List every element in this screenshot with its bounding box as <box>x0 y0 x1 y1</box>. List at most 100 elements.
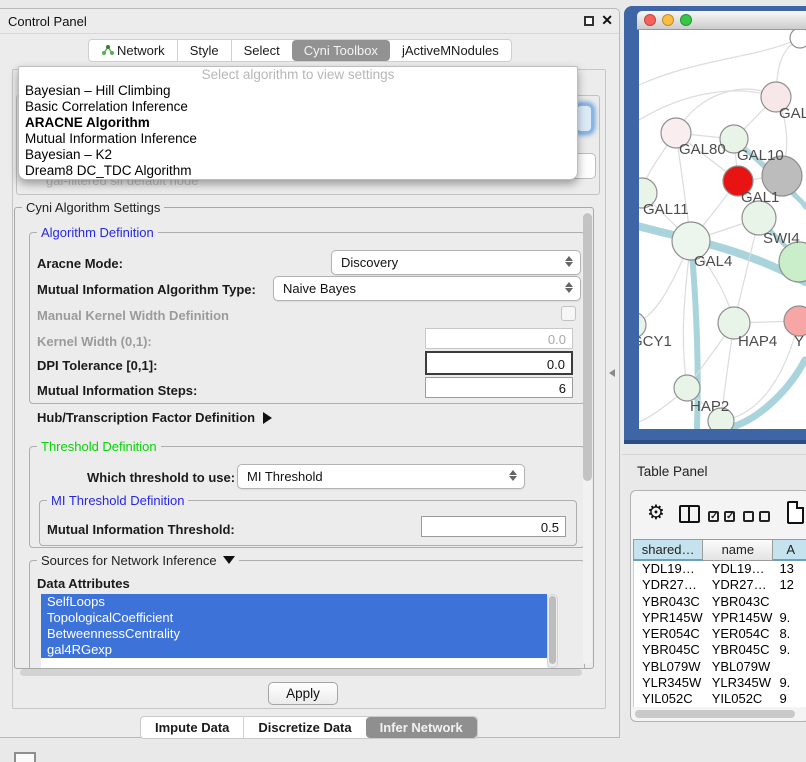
tab-select[interactable]: Select <box>231 40 292 61</box>
cell-value: 9. <box>773 642 806 658</box>
mi-algorithm-type-combo[interactable]: Naive Bayes <box>273 276 581 301</box>
tab-infer-network[interactable]: Infer Network <box>366 717 477 738</box>
table-row[interactable]: YBR043C YBR043C <box>634 594 806 610</box>
settings-vertical-scrollbar[interactable] <box>583 211 592 665</box>
table-row[interactable]: YER054C YER054C 8. <box>634 626 806 642</box>
network-node-label: SWI4 <box>763 230 800 247</box>
mi-steps-label: Mutual Information Steps: <box>37 383 197 398</box>
hub-definition-toggle[interactable]: Hub/Transcription Factor Definition <box>37 410 272 425</box>
cell-value: 9. <box>773 610 806 626</box>
data-attribute-item[interactable]: gal4RGexp <box>41 642 547 658</box>
float-window-icon[interactable] <box>584 16 594 26</box>
cell-shared-name: YDR27… <box>634 577 704 593</box>
network-node-label: GCY1 <box>639 333 672 350</box>
tab-impute-data[interactable]: Impute Data <box>141 717 243 738</box>
mi-threshold-definition-title: MI Threshold Definition <box>47 493 188 508</box>
algorithm-popup-item[interactable]: Mutual Information Inference <box>19 131 577 147</box>
gear-icon[interactable]: ⚙ <box>647 503 665 523</box>
network-node-label: GAL4 <box>694 253 732 270</box>
close-traffic-light-icon[interactable] <box>644 14 656 26</box>
checked-checkbox-icon[interactable]: ✓ <box>708 511 719 522</box>
mi-algorithm-type-label: Mutual Information Algorithm Type: <box>37 282 256 297</box>
sources-group-title[interactable]: Sources for Network Inference <box>37 553 239 568</box>
mi-threshold-label: Mutual Information Threshold: <box>47 522 235 537</box>
network-node[interactable] <box>790 30 806 48</box>
data-attribute-item[interactable]: BetweennessCentrality <box>41 626 547 642</box>
close-icon[interactable]: ✕ <box>601 12 613 29</box>
unchecked-checkbox-icon[interactable] <box>743 511 754 522</box>
tab-network[interactable]: Network <box>89 40 177 61</box>
algorithm-dropdown-popup: Select algorithm to view settings Bayesi… <box>18 66 578 180</box>
control-panel-titlebar: Control Panel ✕ <box>0 9 619 34</box>
tab-jactivemnodules[interactable]: jActiveMNodules <box>390 40 511 61</box>
cell-shared-name: YIL052C <box>634 691 704 707</box>
algorithm-popup-item[interactable]: Bayesian – Hill Climbing <box>19 83 577 99</box>
unchecked-checkbox-icon[interactable] <box>759 511 770 522</box>
settings-horizontal-scrollbar[interactable] <box>20 669 582 676</box>
algorithm-popup-item[interactable]: Bayesian – K2 <box>19 147 577 163</box>
network-node[interactable] <box>779 242 806 282</box>
network-node-label: HAP4 <box>738 333 777 350</box>
algorithm-popup-item[interactable]: Basic Correlation Inference <box>19 99 577 115</box>
cell-name: YIL052C <box>704 691 774 707</box>
table-header-row: shared… name A <box>633 539 806 561</box>
data-attribute-item[interactable]: TopologicalCoefficient <box>41 610 547 626</box>
table-row[interactable]: YPR145W YPR145W 9. <box>634 610 806 626</box>
table-panel-title: Table Panel <box>637 464 708 479</box>
mi-threshold-field[interactable] <box>421 516 566 537</box>
kernel-width-label: Kernel Width (0,1): <box>37 334 152 349</box>
column-header-partial[interactable]: A <box>773 539 806 561</box>
apply-button[interactable]: Apply <box>268 682 338 705</box>
checked-checkbox-icon[interactable]: ✓ <box>724 511 735 522</box>
column-header-name[interactable]: name <box>703 539 773 561</box>
cell-shared-name: YDL19… <box>634 561 704 577</box>
cyni-algorithm-settings-group: Cyni Algorithm Settings Algorithm Defini… <box>14 207 594 669</box>
expanded-arrow-icon <box>223 556 235 564</box>
control-panel-title: Control Panel <box>8 14 87 29</box>
tab-discretize-data[interactable]: Discretize Data <box>243 717 365 738</box>
which-threshold-combo[interactable]: MI Threshold <box>237 464 525 489</box>
table-row[interactable]: YDL19… YDL19… 13 <box>634 561 806 577</box>
table-row[interactable]: YLR345W YLR345W 9. <box>634 675 806 691</box>
algorithm-popup-item[interactable]: Dream8 DC_TDC Algorithm <box>19 163 577 179</box>
algorithm-popup-list: Bayesian – Hill ClimbingBasic Correlatio… <box>19 83 577 179</box>
network-node[interactable] <box>784 306 806 336</box>
aracne-mode-combo[interactable]: Discovery <box>331 250 581 275</box>
table-horizontal-scrollbar[interactable] <box>633 709 806 719</box>
table-row[interactable]: YDR27… YDR27… 12 <box>634 577 806 593</box>
network-icon <box>101 44 114 56</box>
window-traffic-lights <box>644 14 692 26</box>
tab-style[interactable]: Style <box>177 40 231 61</box>
table-row[interactable]: YBL079W YBL079W <box>634 659 806 675</box>
docked-panel-icon[interactable] <box>14 752 36 762</box>
split-columns-icon[interactable] <box>679 505 700 523</box>
zoom-traffic-light-icon[interactable] <box>680 14 692 26</box>
network-view-window: GALGAL80GAL10GAL1GAL11SWI4GAL4GCY1HAP4YH… <box>624 6 806 444</box>
data-attribute-item[interactable]: SelfLoops <box>41 594 547 610</box>
tab-cyni-toolbox[interactable]: Cyni Toolbox <box>292 40 390 61</box>
panel-splitter-collapse-arrow[interactable] <box>609 369 615 377</box>
cyni-settings-scrollpane: Algorithm Definition Aracne Mode: Discov… <box>15 208 593 668</box>
dpi-tolerance-field[interactable] <box>425 351 573 375</box>
aracne-mode-label: Aracne Mode: <box>37 256 123 271</box>
network-node-label: Y <box>794 333 804 350</box>
cell-name: YBR045C <box>704 642 774 658</box>
data-attributes-list: SelfLoopsTopologicalCoefficientBetweenne… <box>41 594 547 668</box>
algorithm-popup-item[interactable]: ARACNE Algorithm <box>19 115 577 131</box>
kernel-width-field[interactable] <box>425 328 573 349</box>
function-builder-icon[interactable] <box>787 501 804 524</box>
data-attributes-label: Data Attributes <box>37 576 130 591</box>
node-table: shared… name A YDL19… YDL19… 13 YDR27… Y… <box>633 539 806 707</box>
table-row[interactable]: YBR045C YBR045C 9. <box>634 642 806 658</box>
table-row[interactable]: YIL052C YIL052C 9 <box>634 691 806 707</box>
manual-kernel-width-checkbox[interactable] <box>561 306 576 321</box>
cell-shared-name: YBR045C <box>634 642 704 658</box>
network-window-titlebar[interactable] <box>637 11 806 30</box>
mi-steps-field[interactable] <box>425 377 573 398</box>
cell-shared-name: YLR345W <box>634 675 704 691</box>
minimize-traffic-light-icon[interactable] <box>662 14 674 26</box>
attributes-list-scrollbar[interactable] <box>547 594 558 668</box>
cell-value: 9 <box>773 691 806 707</box>
network-canvas[interactable]: GALGAL80GAL10GAL1GAL11SWI4GAL4GCY1HAP4YH… <box>639 30 806 429</box>
column-header-shared-name[interactable]: shared… <box>633 539 703 561</box>
